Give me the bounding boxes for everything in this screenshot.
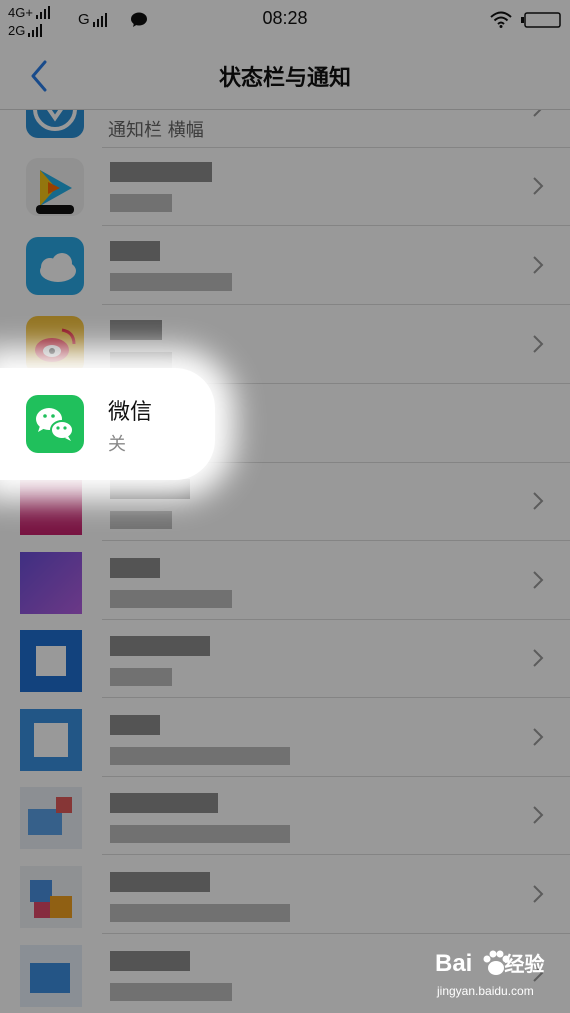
chevron-right-icon: [533, 571, 544, 589]
blurred-status: [110, 273, 232, 291]
blurred-status: [110, 194, 172, 212]
blurred-name: [110, 715, 160, 735]
divider: [102, 854, 570, 855]
blurred-name: [110, 320, 162, 340]
divider: [102, 540, 570, 541]
chevron-right-icon: [533, 414, 544, 432]
list-item[interactable]: [0, 856, 570, 934]
app-list[interactable]: 通知栏 横幅: [0, 110, 570, 1013]
list-item[interactable]: [0, 542, 570, 620]
nav-bar: 状态栏与通知: [0, 40, 570, 110]
list-item[interactable]: [0, 699, 570, 777]
blurred-status: [110, 668, 172, 686]
battery-icon: [521, 12, 561, 28]
app-icon: [26, 158, 84, 216]
app-logo-icon: [33, 110, 77, 131]
chevron-right-icon: [533, 649, 544, 667]
app-status: 关: [108, 434, 126, 455]
blurred-name: [110, 872, 210, 892]
list-item[interactable]: [0, 227, 570, 305]
app-name: 微信: [108, 400, 153, 425]
chevron-right-icon: [533, 885, 544, 903]
divider: [102, 225, 570, 226]
list-item[interactable]: [0, 148, 570, 226]
chevron-right-icon: [533, 335, 544, 353]
app-icon: [26, 237, 84, 295]
blurred-status: [110, 747, 290, 765]
divider: [102, 933, 570, 934]
chevron-right-icon: [533, 177, 544, 195]
app-status: 通知栏 横幅: [108, 120, 204, 141]
video-player-icon: [36, 170, 74, 214]
blurred-name: [110, 479, 190, 499]
blurred-status: [110, 590, 232, 608]
app-icon: [20, 552, 82, 614]
list-item-wechat[interactable]: 微信 关: [0, 385, 570, 463]
watermark: Bai 经验 jingyan.baidu.com: [435, 948, 565, 1003]
page-title: 状态栏与通知: [218, 66, 351, 91]
paw-icon: [483, 950, 510, 975]
blurred-name: [110, 793, 218, 813]
status-time: 08:28: [262, 8, 308, 28]
app-icon: [20, 787, 82, 849]
wechat-icon: [26, 395, 84, 453]
cloud-icon: [40, 253, 76, 282]
blurred-name: [110, 558, 160, 578]
list-item[interactable]: [0, 777, 570, 855]
chevron-right-icon: [533, 806, 544, 824]
app-icon: [20, 945, 82, 1007]
chevron-right-icon: [533, 256, 544, 274]
app-icon: [20, 866, 82, 928]
blurred-status: [110, 825, 290, 843]
watermark-url: jingyan.baidu.com: [437, 984, 534, 998]
chevron-right-icon: [533, 110, 542, 117]
status-bar: 4G+ 2G G 08:28: [0, 0, 570, 40]
app-icon: [20, 473, 82, 535]
list-item[interactable]: 通知栏 横幅: [0, 110, 570, 148]
divider: [102, 304, 570, 305]
divider: [102, 697, 570, 698]
chevron-right-icon: [533, 492, 544, 510]
blurred-name: [110, 636, 210, 656]
weibo-icon: [35, 328, 76, 362]
blurred-name: [110, 162, 212, 182]
wechat-logo-icon: [36, 408, 74, 441]
list-item[interactable]: [0, 620, 570, 698]
blurred-status: [110, 511, 172, 529]
app-icon: [26, 316, 84, 374]
app-icon: [20, 630, 82, 692]
blurred-status: [110, 983, 232, 1001]
chevron-right-icon: [533, 728, 544, 746]
app-icon: [26, 110, 84, 138]
blurred-name: [110, 951, 190, 971]
blurred-name: [110, 241, 160, 261]
wifi-icon: [490, 11, 512, 28]
screen: 4G+ 2G G 08:28 状态栏与通知 通知栏 横幅 微信 关 Bai 经验…: [0, 0, 570, 1013]
app-icon: [20, 709, 82, 771]
blurred-status: [110, 904, 290, 922]
